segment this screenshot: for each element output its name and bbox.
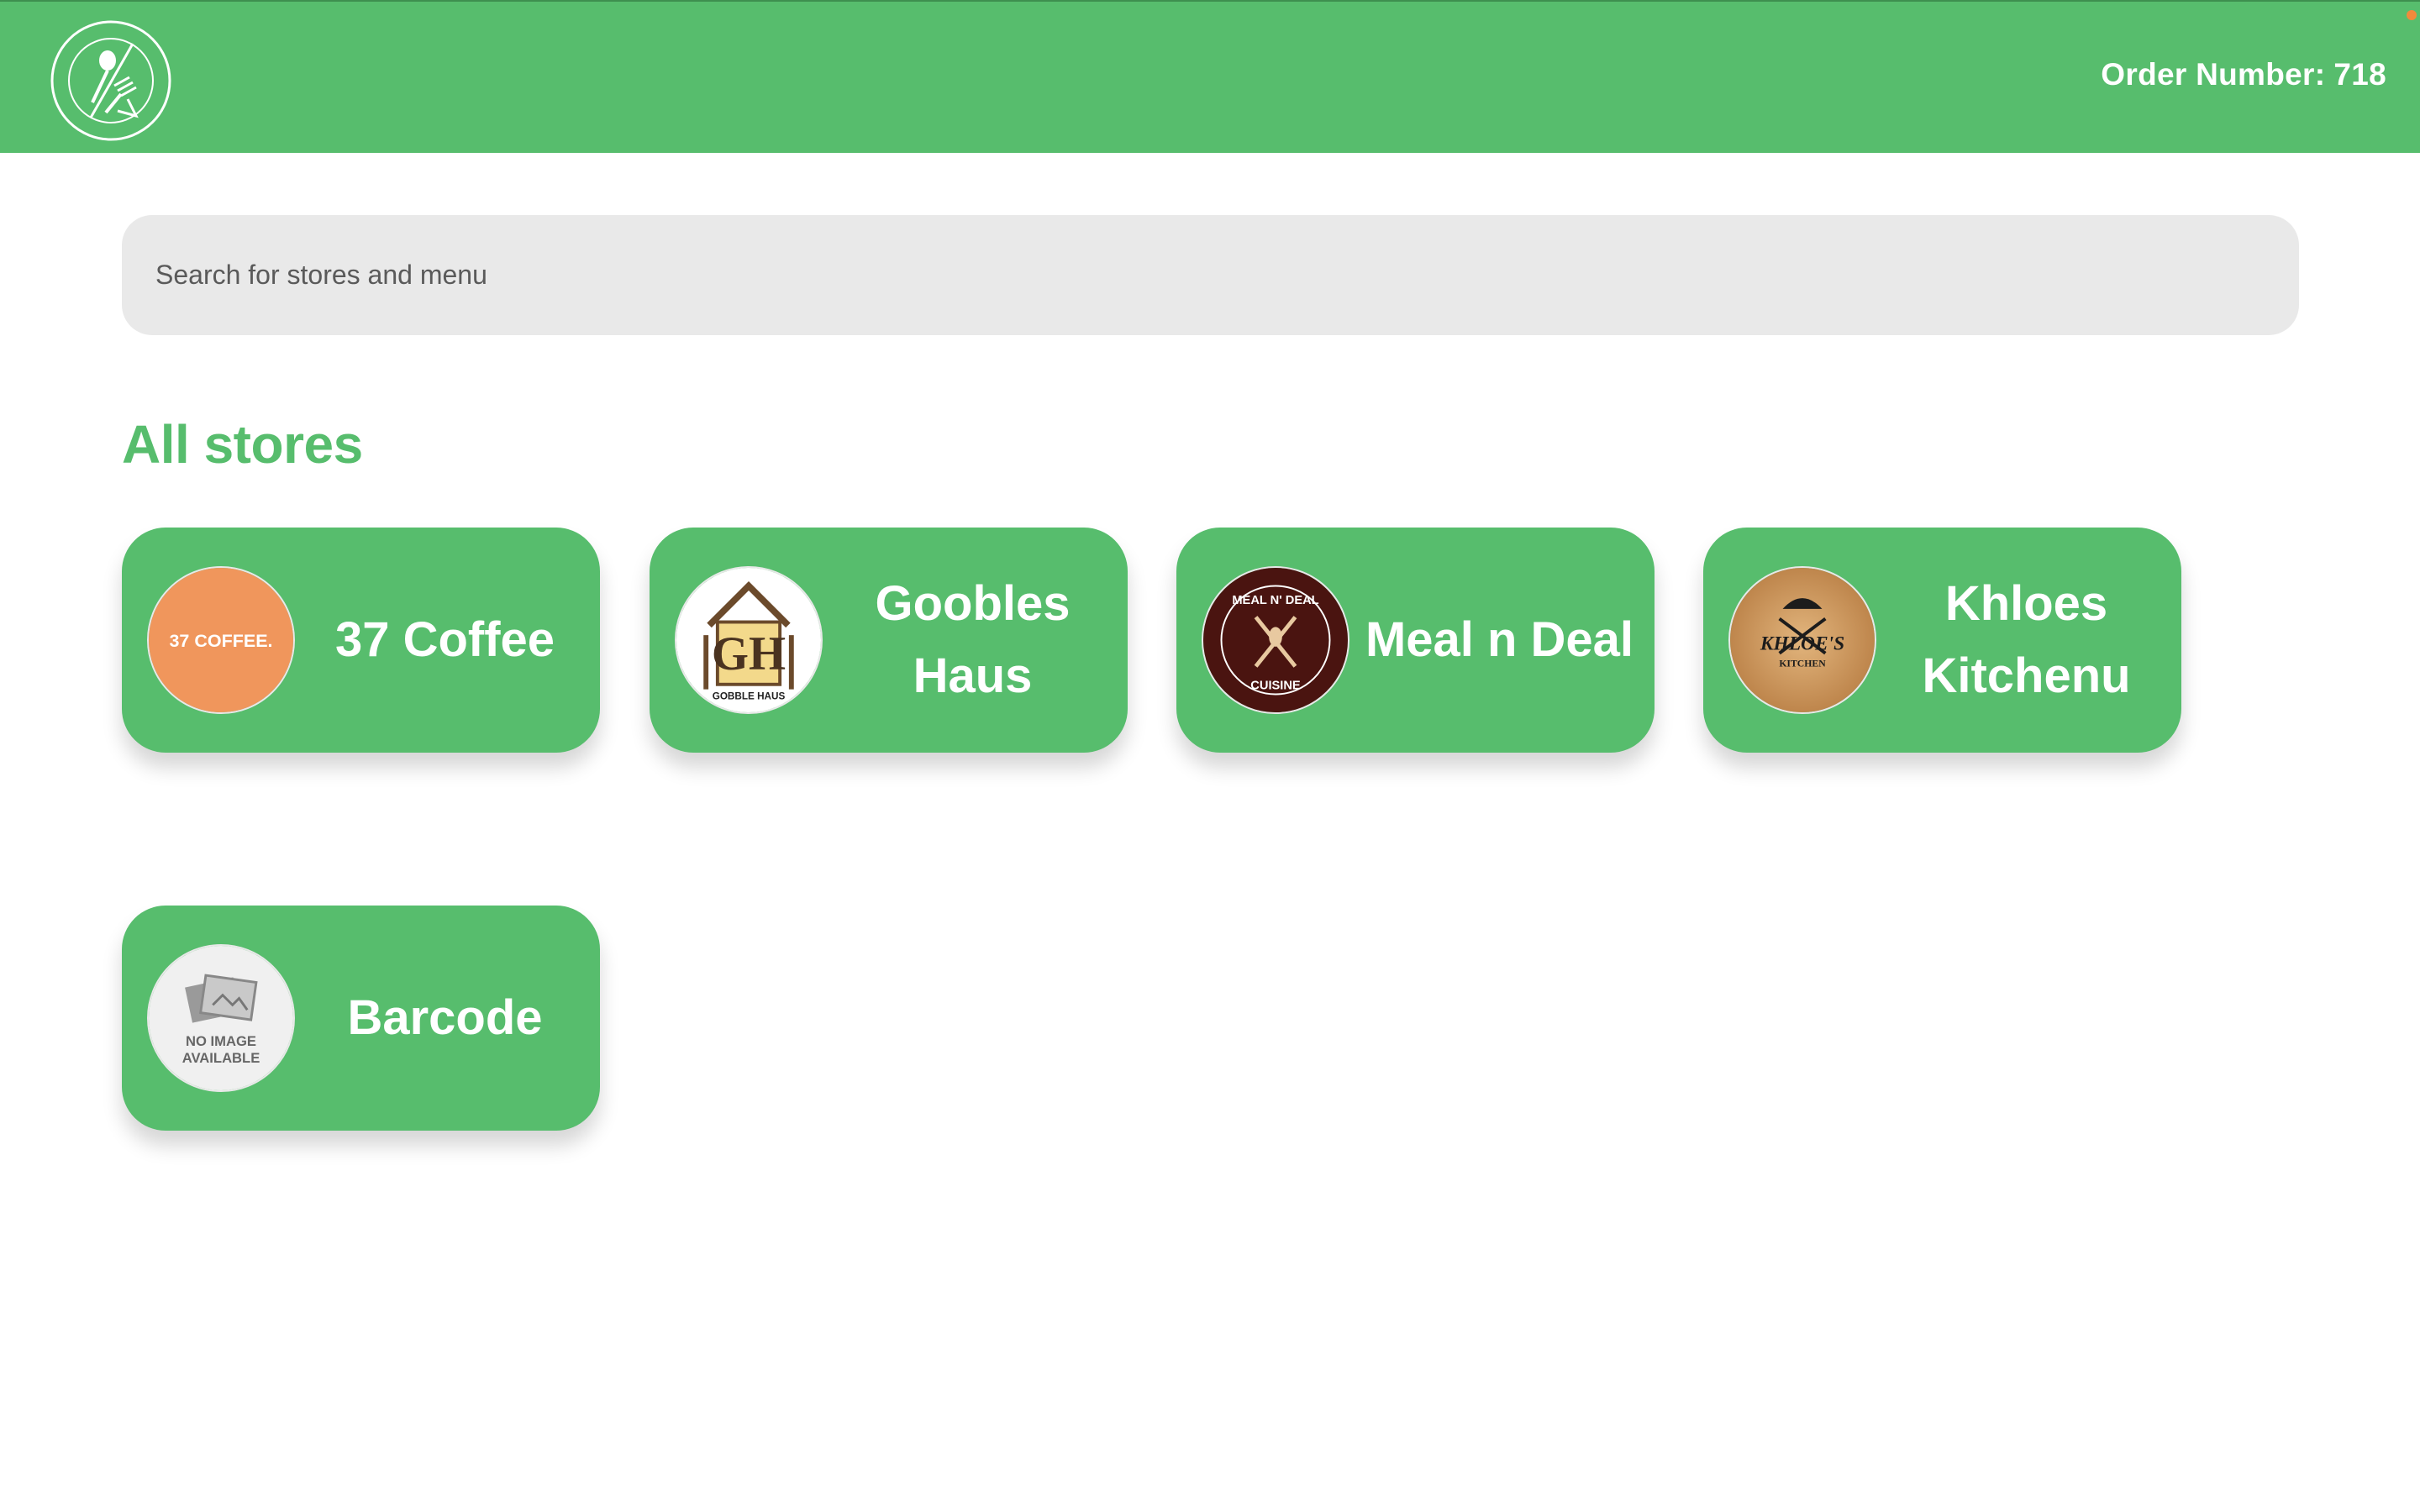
svg-text:37 COFFEE.: 37 COFFEE. (169, 631, 272, 651)
svg-text:GOBBLE HAUS: GOBBLE HAUS (713, 690, 786, 701)
store-logo-goobles-haus: GH GOBBLE HAUS (675, 566, 823, 714)
store-card-barcode[interactable]: NO IMAGE AVAILABLE Barcode (122, 906, 600, 1131)
meet-n-eat-logo[interactable] (49, 18, 173, 143)
svg-text:KHLOE'S: KHLOE'S (1760, 633, 1844, 655)
store-name: 37 Coffee (334, 612, 555, 667)
store-logo-khloes-kitchenu: KHLOE'S KITCHEN (1728, 566, 1876, 714)
search-bar[interactable] (122, 215, 2299, 335)
section-title: All stores (122, 414, 363, 475)
store-logo-barcode: NO IMAGE AVAILABLE (147, 944, 295, 1092)
store-card-37-coffee[interactable]: 37 COFFEE. 37 Coffee (122, 528, 600, 753)
svg-text:NO IMAGE: NO IMAGE (186, 1033, 256, 1049)
store-card-khloes-kitchenu[interactable]: KHLOE'S KITCHEN Khloes Kitchenu (1703, 528, 2181, 753)
top-header: Order Number: 718 (0, 0, 2420, 153)
store-logo-37-coffee: 37 COFFEE. (147, 566, 295, 714)
order-number-label: Order Number: (2101, 57, 2326, 92)
store-card-goobles-haus[interactable]: GH GOBBLE HAUS Goobles Haus (650, 528, 1128, 753)
svg-text:CUISINE: CUISINE (1250, 680, 1301, 693)
store-name: Khloes Kitchenu (1922, 576, 2131, 703)
logo-graphic (50, 20, 171, 141)
store-card-meal-n-deal[interactable]: MEAL N' DEAL CUISINE Meal n Deal (1176, 528, 1655, 753)
status-dot (2407, 10, 2417, 20)
order-number: Order Number: 718 (2101, 57, 2386, 92)
store-name: Goobles Haus (875, 576, 1071, 703)
svg-text:GH: GH (712, 627, 786, 680)
search-input[interactable] (122, 215, 2299, 335)
store-logo-meal-n-deal: MEAL N' DEAL CUISINE (1202, 566, 1349, 714)
svg-text:AVAILABLE: AVAILABLE (182, 1050, 260, 1066)
svg-text:KITCHEN: KITCHEN (1779, 658, 1826, 669)
svg-text:MEAL N' DEAL: MEAL N' DEAL (1232, 594, 1318, 607)
store-name: Barcode (347, 990, 543, 1045)
store-name: Meal n Deal (1365, 612, 1634, 667)
order-number-value: 718 (2333, 57, 2386, 92)
